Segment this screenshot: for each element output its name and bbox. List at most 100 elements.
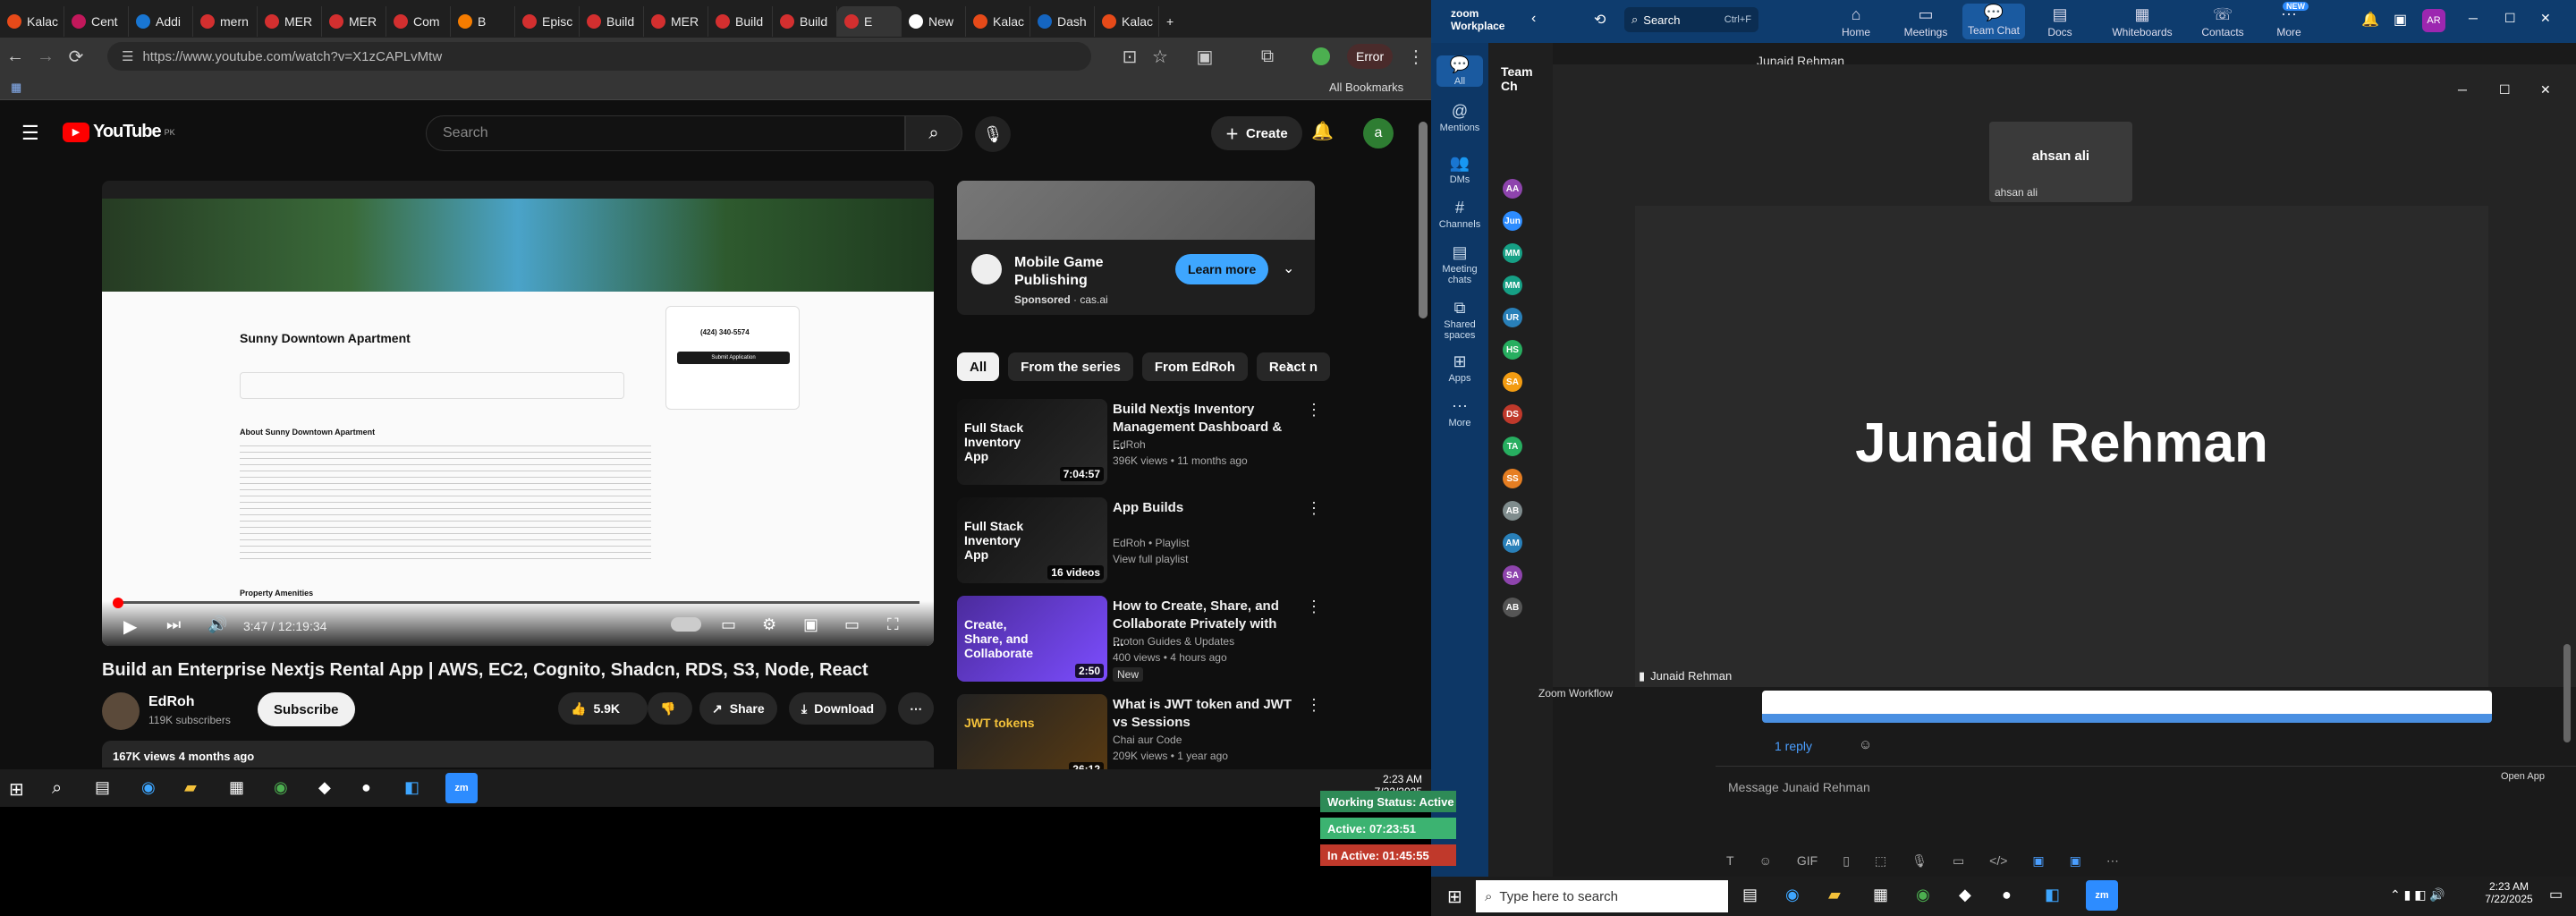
meeting-maximize-icon[interactable]: ☐ bbox=[2499, 82, 2511, 98]
hamburger-icon[interactable]: ☰ bbox=[21, 122, 39, 145]
browser-tab[interactable]: Dash bbox=[1030, 6, 1095, 37]
task-view-icon-2[interactable]: ▤ bbox=[1742, 886, 1758, 904]
emoji-reaction-icon[interactable]: ☺ bbox=[1859, 737, 1872, 752]
browser-tab[interactable]: New bbox=[902, 6, 966, 37]
puzzle-icon[interactable]: ⧉ bbox=[1252, 41, 1283, 72]
contact-avatar[interactable]: HS bbox=[1503, 340, 1522, 360]
progress-bar[interactable] bbox=[114, 601, 919, 604]
back-icon[interactable]: ← bbox=[0, 41, 30, 72]
zoom-taskbar-icon[interactable]: zm bbox=[445, 773, 478, 803]
contact-avatar[interactable]: AM bbox=[1503, 533, 1522, 553]
browser-tab[interactable]: Episc bbox=[515, 6, 580, 37]
contact-avatar[interactable]: MM bbox=[1503, 276, 1522, 295]
file-icon[interactable]: ▯ bbox=[1843, 853, 1850, 869]
zoom-tab[interactable]: ⌂ Home bbox=[1825, 5, 1887, 38]
install-icon[interactable]: ⊡ bbox=[1114, 41, 1145, 72]
chrome-taskbar-icon[interactable]: ◉ bbox=[274, 778, 288, 797]
gif-icon[interactable]: GIF bbox=[1797, 853, 1818, 869]
mic-icon[interactable]: 🎙 bbox=[1911, 853, 1928, 869]
rail-item[interactable]: 👥 DMs bbox=[1431, 154, 1488, 185]
ad-card[interactable]: Mobile Game Publishing Sponsored · cas.a… bbox=[957, 181, 1315, 315]
all-bookmarks[interactable]: All Bookmarks bbox=[1329, 81, 1403, 94]
rec-thumbnail[interactable]: JWT tokens26:12 bbox=[957, 694, 1107, 780]
chevron-down-icon[interactable]: ⌄ bbox=[1283, 259, 1294, 277]
screenshot-icon[interactable]: ⬚ bbox=[1875, 853, 1886, 869]
emoji-icon[interactable]: ☺ bbox=[1759, 853, 1772, 869]
rail-item[interactable]: @ Mentions bbox=[1431, 102, 1488, 133]
apps-icon[interactable]: ▦ bbox=[11, 81, 21, 95]
profile-icon[interactable] bbox=[1306, 41, 1336, 72]
recommendation-item[interactable]: Full Stack Inventory App 16 videos App Bui… bbox=[957, 497, 1333, 587]
subscribe-button[interactable]: Subscribe bbox=[258, 692, 355, 726]
extension-icon[interactable]: ▣ bbox=[1190, 41, 1220, 72]
filter-chip[interactable]: From the series bbox=[1008, 352, 1133, 381]
zoom-tab[interactable]: ☏ Contacts bbox=[2191, 5, 2254, 38]
browser-tab[interactable]: mern bbox=[193, 6, 258, 37]
contact-avatar[interactable]: MM bbox=[1503, 243, 1522, 263]
app-taskbar-icon[interactable]: ◆ bbox=[318, 778, 331, 797]
folder-icon-2[interactable]: ▰ bbox=[1828, 886, 1841, 904]
browser-tab[interactable]: E bbox=[837, 6, 902, 37]
zoom-profile-avatar[interactable]: AR bbox=[2422, 9, 2445, 32]
github-icon[interactable]: ● bbox=[361, 778, 371, 797]
contact-avatar[interactable]: TA bbox=[1503, 437, 1522, 456]
zoom-tab[interactable]: 💬 Team Chat bbox=[1962, 4, 2025, 39]
browser-tab[interactable]: Addi bbox=[129, 6, 193, 37]
more-actions-icon[interactable]: ⋯ bbox=[898, 692, 934, 725]
microphone-icon[interactable]: 🎙 bbox=[975, 116, 1011, 152]
meeting-minimize-icon[interactable]: ─ bbox=[2458, 82, 2467, 97]
contact-avatar[interactable]: SA bbox=[1503, 372, 1522, 392]
browser-tab[interactable]: Kalac bbox=[0, 6, 64, 37]
video-icon[interactable]: ▭ bbox=[1953, 853, 1964, 869]
create-button[interactable]: ＋ Create bbox=[1211, 116, 1302, 150]
settings-icon[interactable]: ⚙ bbox=[762, 615, 776, 634]
notification-center-icon[interactable]: ▭ bbox=[2549, 886, 2563, 903]
zoom-search[interactable]: ⌕ Search Ctrl+F bbox=[1624, 7, 1758, 32]
search-icon[interactable]: ⌕ bbox=[905, 115, 962, 151]
back-icon[interactable]: ‹ bbox=[1531, 11, 1536, 27]
browser-tab[interactable]: MER bbox=[258, 6, 322, 37]
reload-icon[interactable]: ⟳ bbox=[61, 41, 91, 72]
forward-icon[interactable]: → bbox=[30, 41, 61, 72]
bell-icon[interactable]: 🔔 bbox=[1311, 120, 1334, 142]
chevron-right-icon[interactable]: › bbox=[1286, 356, 1292, 375]
filter-chip[interactable]: All bbox=[957, 352, 1000, 381]
zoom-tab[interactable]: ▭ Meetings bbox=[1894, 5, 1957, 38]
participant-tile-small[interactable]: ahsan ali ahsan ali bbox=[1989, 122, 2132, 202]
channel-name[interactable]: EdRoh bbox=[148, 694, 195, 710]
rec-menu-icon[interactable]: ⋮ bbox=[1306, 499, 1322, 518]
app-icon[interactable]: ▣ bbox=[2394, 11, 2407, 29]
channel-avatar[interactable] bbox=[102, 692, 140, 730]
browser-tab[interactable]: MER bbox=[644, 6, 708, 37]
folder-icon[interactable]: ▰ bbox=[184, 778, 197, 797]
recommendation-item[interactable]: Create, Share, and Collaborate 2:50 How to… bbox=[957, 596, 1333, 685]
browser-tab[interactable]: Com bbox=[386, 6, 451, 37]
app-blue-icon-2[interactable]: ▣ bbox=[2070, 853, 2081, 869]
miniplayer-icon[interactable]: ▣ bbox=[803, 615, 818, 634]
browser-tab[interactable]: Kalac bbox=[966, 6, 1030, 37]
dislike-button[interactable]: 👎 bbox=[648, 692, 692, 725]
chrome-icon-2[interactable]: ◉ bbox=[1916, 886, 1930, 904]
meeting-close-icon[interactable]: ✕ bbox=[2540, 82, 2551, 98]
app-icon-2[interactable]: ◆ bbox=[1959, 886, 1971, 904]
next-icon[interactable]: ⏭ bbox=[166, 615, 181, 634]
share-button[interactable]: ↗ Share bbox=[699, 692, 777, 725]
store-icon[interactable]: ▦ bbox=[229, 778, 244, 797]
browser-tab[interactable]: Build bbox=[708, 6, 773, 37]
windows-start-icon-2[interactable]: ⊞ bbox=[1447, 886, 1462, 908]
recommendation-item[interactable]: Full Stack Inventory App 7:04:57 Build Nex… bbox=[957, 399, 1333, 488]
contact-avatar[interactable]: DS bbox=[1503, 404, 1522, 424]
rail-item[interactable]: # Channels bbox=[1431, 199, 1488, 230]
rec-menu-icon[interactable]: ⋮ bbox=[1306, 696, 1322, 715]
play-icon[interactable]: ▶ bbox=[123, 615, 137, 638]
volume-icon[interactable]: 🔊 bbox=[208, 615, 227, 634]
contact-avatar[interactable]: AA bbox=[1503, 179, 1522, 199]
youtube-logo[interactable]: ▶ YouTube PK bbox=[63, 122, 175, 142]
rec-thumbnail[interactable]: Full Stack Inventory App 16 videos bbox=[957, 497, 1107, 583]
rec-menu-icon[interactable]: ⋮ bbox=[1306, 401, 1322, 420]
filter-chip[interactable]: React n bbox=[1256, 352, 1331, 381]
star-icon[interactable]: ☆ bbox=[1145, 41, 1175, 72]
more-icon[interactable]: ⋯ bbox=[2106, 853, 2119, 869]
autoplay-toggle[interactable] bbox=[671, 617, 701, 632]
code-icon[interactable]: </> bbox=[1989, 853, 2007, 869]
